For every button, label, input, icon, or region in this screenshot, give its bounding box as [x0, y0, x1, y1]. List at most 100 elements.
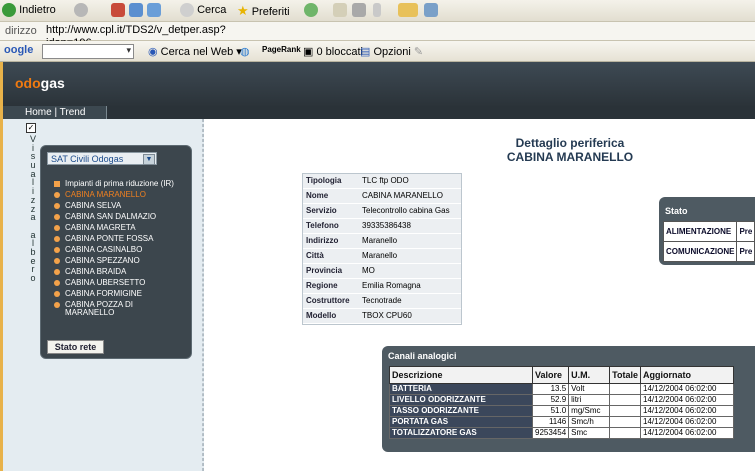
search-web-button[interactable]: ◉ Cerca nel Web ▾: [148, 45, 242, 58]
tree-item[interactable]: CABINA UBERSETTO: [53, 279, 183, 287]
home-button[interactable]: [147, 3, 161, 17]
column-divider: [202, 119, 204, 471]
tree-item[interactable]: CABINA POZZA DI MARANELLO: [53, 301, 183, 317]
search-button[interactable]: Cerca: [180, 3, 226, 17]
page-subtitle: CABINA MARANELLO: [506, 150, 634, 164]
mail-button[interactable]: [333, 3, 347, 17]
info-key: Modello: [303, 308, 359, 324]
nav-home[interactable]: Home: [25, 107, 52, 118]
info-row: Tipologia TLC ftp ODO: [303, 174, 461, 189]
channel-cell: TASSO ODORIZZANTE: [389, 405, 533, 417]
history-button[interactable]: [304, 3, 318, 17]
chevron-down-icon: ▼: [143, 154, 155, 165]
pagerank-indicator[interactable]: PageRank: [262, 45, 301, 54]
channel-cell: [609, 405, 641, 417]
tree-item[interactable]: CABINA FORMIGINE: [53, 290, 183, 298]
popup-blocker-button[interactable]: ▣ 0 bloccati: [303, 45, 363, 58]
popup-icon: ▣: [303, 46, 314, 58]
status-value: Pre: [736, 221, 755, 242]
status-row: ALIMENTAZIONE Pre: [662, 221, 755, 242]
print-button[interactable]: [352, 3, 366, 17]
network-select[interactable]: SAT Civili Odogas ▼: [47, 152, 157, 165]
info-value: Maranello: [359, 248, 461, 264]
discuss-button[interactable]: [398, 3, 418, 17]
info-value: Maranello: [359, 233, 461, 249]
forward-icon: [74, 3, 88, 17]
channel-cell: 14/12/2004 06:02:00: [640, 383, 734, 395]
tree-item[interactable]: CABINA SAN DALMAZIO: [53, 213, 183, 221]
channel-cell: PORTATA GAS: [389, 416, 533, 428]
info-row: Provincia MO: [303, 263, 461, 279]
channel-cell: Smc/h: [568, 416, 611, 428]
browser-toolbar: Indietro Cerca ★ Preferiti: [0, 0, 755, 22]
info-key: Regione: [303, 278, 359, 294]
options-icon: ▤: [360, 46, 371, 58]
tree-item[interactable]: CABINA SPEZZANO: [53, 257, 183, 265]
channel-cell: 51.0: [531, 405, 570, 417]
analog-channels-panel: Canali analogici Descrizione Valore U.M. To…: [382, 346, 755, 452]
tree-item[interactable]: CABINA PONTE FOSSA: [53, 235, 183, 243]
status-value: Pre: [736, 241, 755, 262]
tree-item[interactable]: CABINA BRAIDA: [53, 268, 183, 276]
status-row: COMUNICAZIONE Pre: [662, 241, 755, 262]
info-value: Telecontrollo cabina Gas: [359, 203, 461, 219]
tree-item[interactable]: CABINA MAGRETA: [53, 224, 183, 232]
tree-toggle-checkbox[interactable]: ✓: [26, 123, 36, 133]
tree-item[interactable]: CABINA MARANELLO: [53, 191, 183, 199]
info-key: Servizio: [303, 203, 359, 219]
google-search-input[interactable]: ▾: [42, 44, 134, 59]
mail-icon: [333, 3, 347, 17]
device-info-table: Tipologia TLC ftp ODO Nome CABINA MARANELLO…: [302, 173, 462, 325]
stato-rete-button[interactable]: Stato rete: [47, 340, 104, 354]
info-row: Costruttore Tecnotrade: [303, 293, 461, 309]
tree-root[interactable]: Impianti di prima riduzione (IR): [53, 180, 183, 188]
cabin-icon: [54, 247, 60, 253]
nav-trend[interactable]: Trend: [60, 107, 86, 118]
refresh-button[interactable]: [129, 3, 143, 17]
channel-cell: litri: [568, 394, 611, 406]
vertical-letter: a: [30, 212, 36, 223]
app-header: odogas: [3, 62, 755, 106]
info-value: MO: [359, 263, 461, 279]
address-bar: dirizzo http://www.cpl.it/TDS2/v_detper.…: [0, 22, 755, 49]
favorites-button[interactable]: ★ Preferiti: [237, 3, 290, 19]
refresh-icon: [129, 3, 143, 17]
stop-icon: [111, 3, 125, 17]
options-button[interactable]: ▤ Opzioni ✎: [360, 45, 423, 58]
cabin-icon: [54, 269, 60, 275]
status-title: Stato: [665, 206, 688, 216]
odogas-logo: odogas: [15, 75, 65, 91]
info-row: Modello TBOX CPU60: [303, 308, 461, 324]
info-value: TBOX CPU60: [359, 308, 461, 324]
cabin-icon: [54, 236, 60, 242]
tree-item[interactable]: CABINA CASINALBO: [53, 246, 183, 254]
tree-item[interactable]: CABINA SELVA: [53, 202, 183, 210]
globe-icon: ◍: [240, 46, 250, 58]
plant-tree: Impianti di prima riduzione (IR) CABINA …: [53, 180, 183, 320]
channel-cell: [609, 416, 641, 428]
folder-icon: [398, 3, 418, 17]
history-icon: [304, 3, 318, 17]
channel-cell: 14/12/2004 06:02:00: [640, 416, 734, 428]
info-key: Provincia: [303, 263, 359, 279]
channel-cell: BATTERIA: [389, 383, 533, 395]
site-search-button[interactable]: ◍: [240, 45, 250, 58]
forward-button[interactable]: [74, 3, 88, 17]
info-value: TLC ftp ODO: [359, 174, 461, 189]
channel-cell: LIVELLO ODORIZZANTE: [389, 394, 533, 406]
messenger-button[interactable]: [424, 3, 438, 17]
url-field[interactable]: http://www.cpl.it/TDS2/v_detper.asp?idap…: [46, 24, 246, 49]
edit-icon: [373, 3, 381, 17]
cabin-icon: [54, 280, 60, 286]
folder-icon: [54, 181, 60, 187]
info-row: Nome CABINA MARANELLO: [303, 188, 461, 204]
channel-row: LIVELLO ODORIZZANTE 52.9 litri 14/12/2004 0…: [389, 394, 734, 406]
channel-row: TOTALIZZATORE GAS 9253454 Smc 14/12/2004 06…: [389, 427, 734, 439]
cabin-icon: [54, 203, 60, 209]
vertical-letter: o: [30, 273, 36, 283]
channel-cell: [609, 394, 641, 406]
edit-button[interactable]: [373, 3, 381, 17]
nav-bar: Home | Trend: [3, 106, 755, 119]
stop-button[interactable]: [111, 3, 125, 17]
back-button[interactable]: Indietro: [2, 3, 56, 17]
